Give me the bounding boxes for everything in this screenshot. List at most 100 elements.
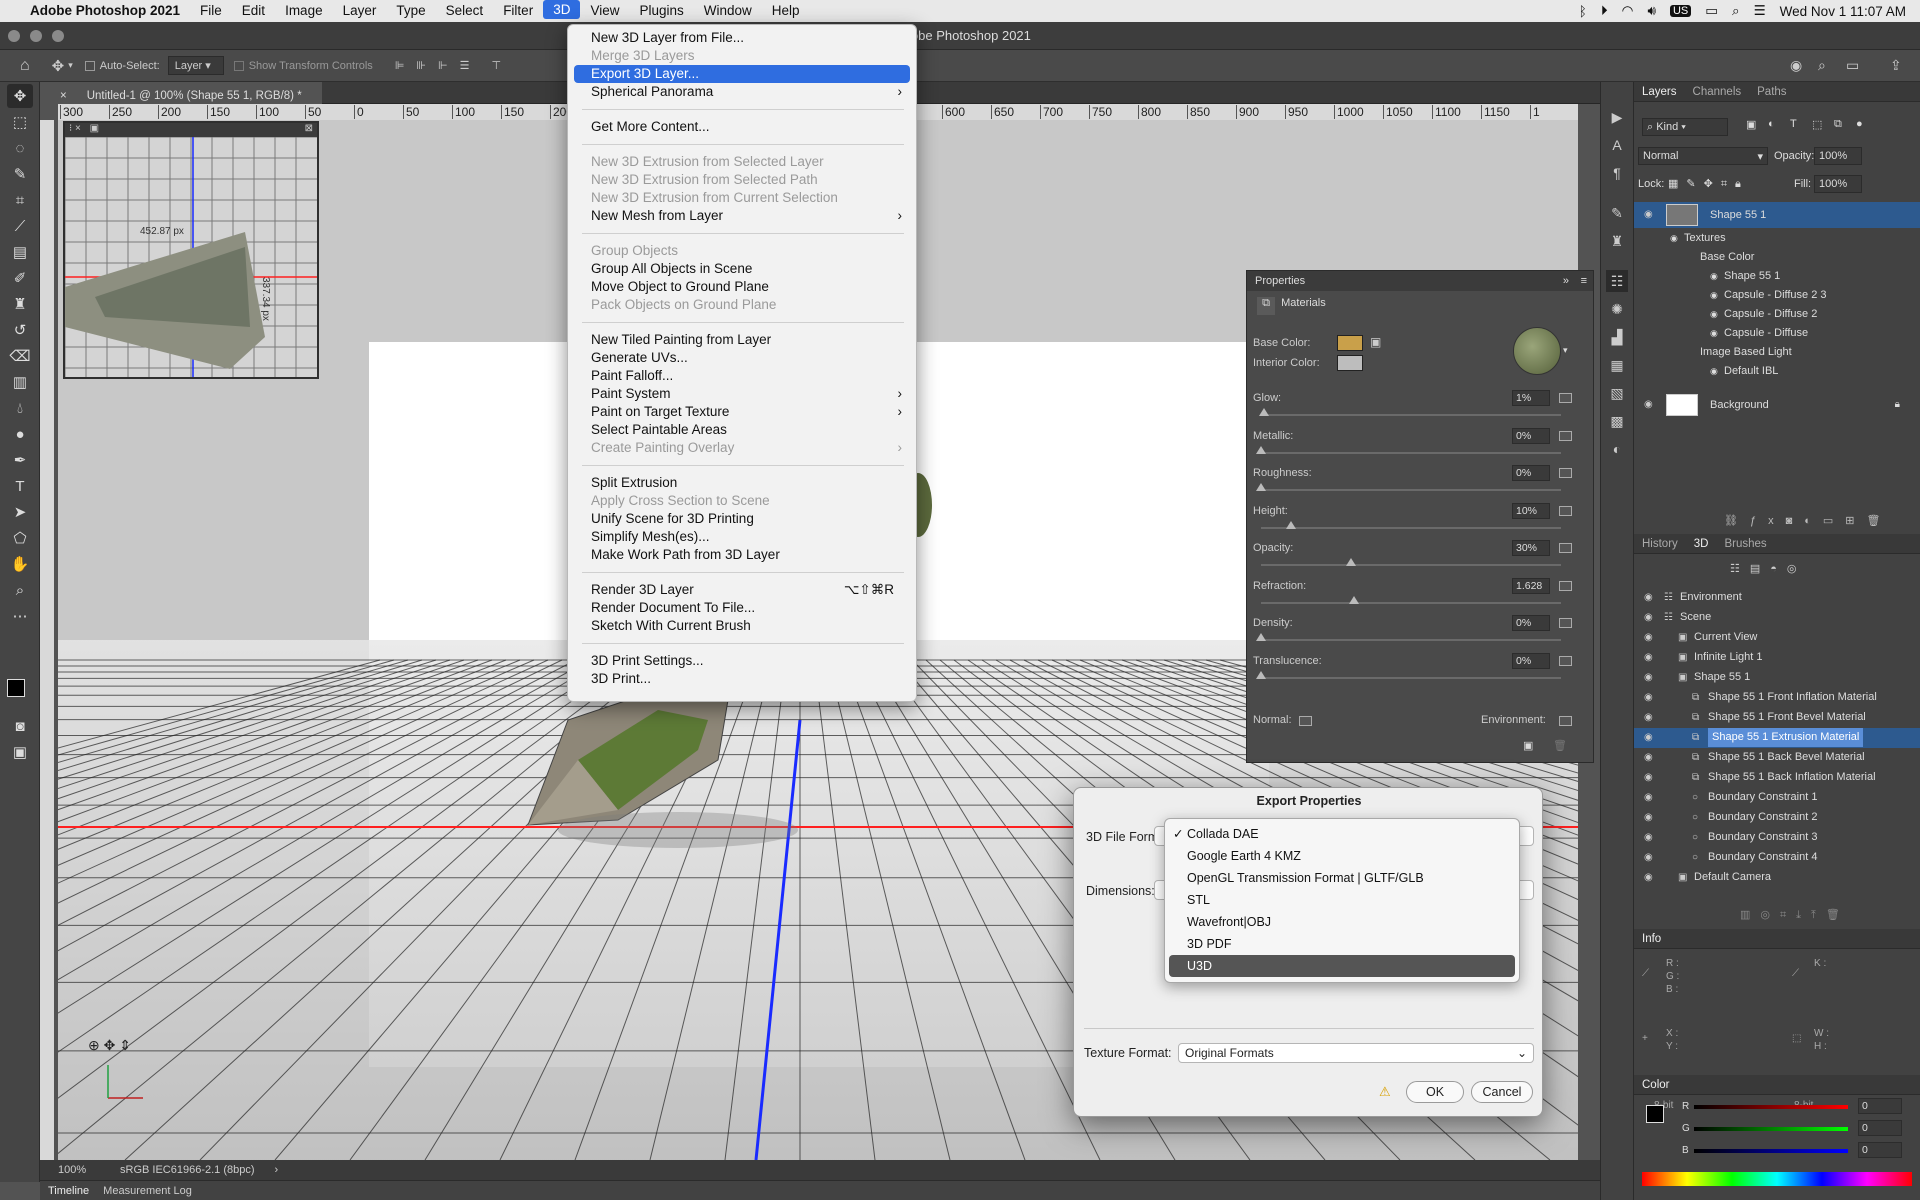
texture-folder-icon[interactable] [1559, 618, 1572, 628]
visibility-eye-icon[interactable]: ◉ [1710, 267, 1718, 286]
visibility-eye-icon[interactable]: ◉ [1644, 588, 1653, 607]
share-icon[interactable]: ⇪ [1890, 57, 1902, 74]
battery-icon[interactable]: ▭ [1705, 3, 1718, 19]
menu-help[interactable]: Help [762, 0, 810, 22]
scene-item[interactable]: ◉ ○ Boundary Constraint 2 [1634, 808, 1920, 828]
tab-measurement-log[interactable]: Measurement Log [103, 1185, 192, 1197]
texture-folder-icon[interactable] [1559, 543, 1572, 553]
menu-item[interactable]: Render Document To File... [568, 599, 916, 617]
search-icon[interactable]: ⌕ [1818, 57, 1826, 74]
quick-select-tool-icon[interactable]: ✎ [7, 162, 33, 186]
file-format-option[interactable]: Google Earth 4 KMZ [1165, 845, 1519, 867]
material-property-value[interactable]: 1.628 [1512, 577, 1550, 594]
color-channel-value[interactable]: 0 [1858, 1120, 1902, 1136]
base-color-swatch[interactable] [1337, 335, 1363, 351]
navigator-preview[interactable]: 452.87 px 337.34 px [64, 136, 317, 377]
play-icon[interactable]: ⏵ [1601, 3, 1608, 19]
color-channel-slider[interactable] [1694, 1105, 1848, 1109]
opacity-field[interactable]: 100% [1814, 147, 1862, 165]
menu-item[interactable]: Paint System › [568, 385, 916, 403]
chevron-down-icon[interactable]: ▾ [1563, 345, 1568, 356]
menu-item[interactable]: Unify Scene for 3D Printing [568, 510, 916, 528]
show-transform-checkbox[interactable] [233, 60, 244, 71]
tab-channels[interactable]: Channels [1685, 86, 1750, 98]
color-channel-value[interactable]: 0 [1858, 1098, 1902, 1114]
menu-item[interactable]: Simplify Mesh(es)... [568, 528, 916, 546]
hand-tool-icon[interactable]: ✋ [7, 552, 33, 576]
distribute-icon[interactable]: ☰ [460, 59, 470, 72]
tab-timeline[interactable]: Timeline [48, 1185, 89, 1197]
color-channel-slider[interactable] [1694, 1149, 1848, 1153]
zoom-level[interactable]: 100% [58, 1164, 98, 1176]
tab-brushes[interactable]: Brushes [1716, 538, 1774, 550]
eyedropper-tool-icon[interactable]: ⟋ [7, 214, 33, 238]
color-channel-slider[interactable] [1694, 1127, 1848, 1131]
scene-item[interactable]: ◉ ○ Boundary Constraint 1 [1634, 788, 1920, 808]
slider-thumb[interactable] [1256, 483, 1266, 491]
material-property-slider[interactable] [1256, 483, 1561, 491]
more-tools-icon[interactable]: ⋯ [7, 604, 33, 628]
menu-item[interactable]: Get More Content... [568, 118, 916, 136]
account-icon[interactable]: ◉ [1790, 57, 1802, 74]
control-center-icon[interactable]: ☰ [1754, 3, 1766, 19]
menu-edit[interactable]: Edit [232, 0, 275, 22]
scene-item[interactable]: ◉ ○ Boundary Constraint 4 [1634, 848, 1920, 868]
scene-item[interactable]: ◉ ⧉ Shape 55 1 Front Bevel Material [1634, 708, 1920, 728]
home-icon[interactable]: ⌂ [20, 57, 30, 75]
menu-view[interactable]: View [580, 0, 629, 22]
filter-adjustment-icon[interactable]: ◐ [1768, 118, 1775, 130]
paragraph-icon[interactable]: ¶ [1606, 162, 1628, 184]
blur-tool-icon[interactable]: 💧︎ [7, 396, 33, 420]
close-window-button[interactable] [8, 30, 20, 42]
tab-color[interactable]: Color [1634, 1079, 1677, 1091]
swatches-icon[interactable]: ▦ [1606, 354, 1628, 376]
minimize-window-button[interactable] [30, 30, 42, 42]
menu-item[interactable]: Group All Objects in Scene [568, 260, 916, 278]
align-right-icon[interactable]: ⊩ [438, 59, 448, 72]
shape-tool-icon[interactable]: ⬠ [7, 526, 33, 550]
texture-folder-icon[interactable] [1559, 393, 1572, 403]
color-channel-value[interactable]: 0 [1858, 1142, 1902, 1158]
visibility-eye-icon[interactable]: ◉ [1644, 648, 1653, 667]
slider-thumb[interactable] [1286, 520, 1296, 529]
visibility-eye-icon[interactable]: ◉ [1644, 848, 1653, 867]
texture-folder-icon[interactable] [1559, 655, 1572, 666]
menu-item[interactable]: 3D Print Settings... [568, 652, 916, 670]
filter-toggle-icon[interactable]: ● [1856, 118, 1863, 130]
menu-image[interactable]: Image [275, 0, 333, 22]
material-property-value[interactable]: 0% [1512, 465, 1550, 481]
menu-item[interactable]: New Mesh from Layer › [568, 207, 916, 225]
character-icon[interactable]: A [1606, 134, 1628, 156]
filter-type-icon[interactable]: T [1790, 118, 1797, 130]
move-tool-icon[interactable]: ✥ [7, 84, 33, 108]
type-tool-icon[interactable]: T [7, 474, 33, 498]
3d-icon[interactable]: ✺ [1606, 298, 1628, 320]
layer-sub-row[interactable]: Image Based Light [1634, 343, 1920, 362]
menu-item[interactable]: Paint Falloff... [568, 367, 916, 385]
visibility-eye-icon[interactable]: ◉ [1644, 768, 1653, 787]
file-format-option[interactable]: OpenGL Transmission Format | GLTF/GLB [1165, 867, 1519, 889]
visibility-eye-icon[interactable]: ◉ [1644, 708, 1653, 727]
slider-thumb[interactable] [1346, 558, 1356, 566]
material-property-slider[interactable] [1259, 408, 1561, 416]
scene-item[interactable]: ◉ ▣ Infinite Light 1 [1634, 648, 1920, 668]
screen-mode-icon[interactable]: ▣ [7, 740, 33, 764]
file-format-option[interactable]: U3D [1169, 955, 1515, 977]
material-property-value[interactable]: 30% [1512, 540, 1550, 556]
color-profile[interactable]: sRGB IEC61966-2.1 (8bpc) [120, 1164, 255, 1176]
history-brush-icon[interactable]: ↺ [7, 318, 33, 342]
material-property-slider[interactable] [1256, 445, 1561, 454]
zoom-window-button[interactable] [52, 30, 64, 42]
stamp-tool-icon[interactable]: ♜ [7, 292, 33, 316]
scene-item[interactable]: ◉ ▣ Current View [1634, 628, 1920, 648]
chevron-down-icon[interactable]: ▾ [68, 60, 73, 71]
tab-layers[interactable]: Layers [1634, 86, 1685, 98]
menu-item[interactable]: 3D Print... [568, 670, 916, 688]
layer-sub-row[interactable]: Base Color [1634, 248, 1920, 267]
auto-select-dropdown[interactable]: Layer ▾ [167, 56, 224, 75]
file-format-option[interactable]: ✓ Collada DAE [1165, 823, 1519, 845]
interior-color-swatch[interactable] [1337, 355, 1363, 371]
menu-plugins[interactable]: Plugins [629, 0, 693, 22]
visibility-eye-icon[interactable]: ◉ [1644, 748, 1653, 767]
status-expand-icon[interactable]: › [275, 1164, 279, 1176]
